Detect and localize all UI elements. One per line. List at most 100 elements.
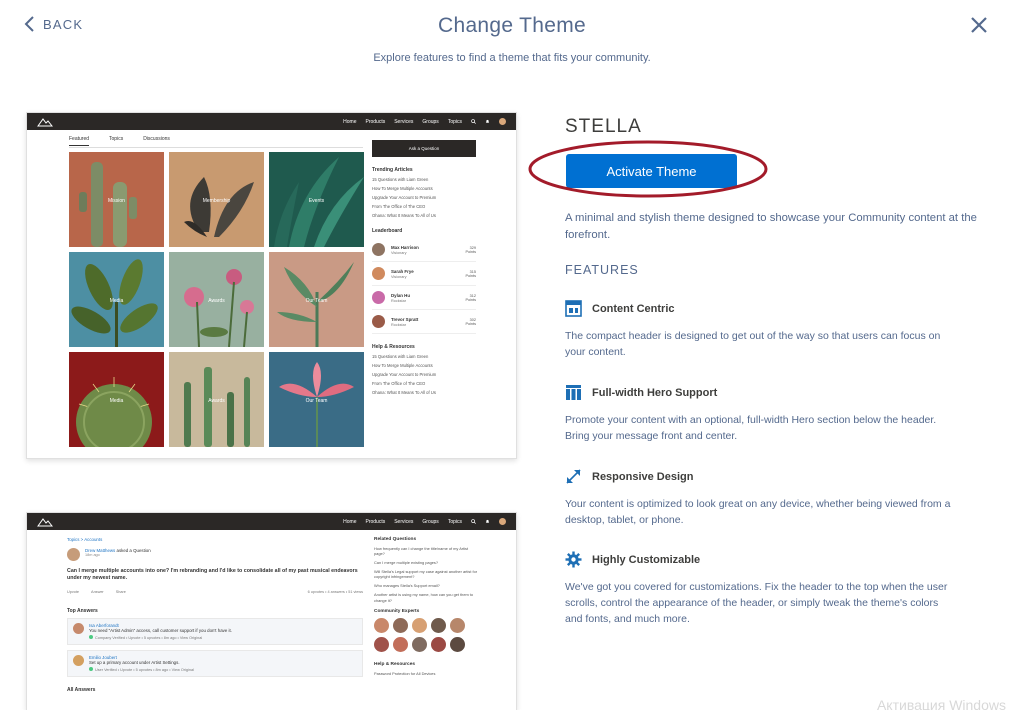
question-text: Can I merge multiple accounts into one? … xyxy=(67,568,358,582)
leader-name: Dylan Hu xyxy=(391,292,411,298)
tile-label: Media xyxy=(109,298,124,304)
avatar xyxy=(450,636,465,652)
avatar xyxy=(431,636,446,652)
breadcrumb: Topics > Accounts xyxy=(67,537,103,542)
answer-card: Isa Aberforandt You need "Artist Admin" … xyxy=(67,618,363,646)
related-title: Related Questions xyxy=(374,537,417,542)
preview-nav-products: Products xyxy=(365,118,386,125)
answer-text: Set up a primary account under Artist Se… xyxy=(89,660,180,666)
theme-name: STELLA xyxy=(565,116,642,137)
preview-nav-topics: Topics xyxy=(447,118,462,125)
asked-label: asked a Question xyxy=(116,548,151,553)
tile-label: Mission xyxy=(108,198,125,204)
avatar xyxy=(67,548,80,561)
theme-description: A minimal and stylish theme designed to … xyxy=(565,212,977,241)
avatar xyxy=(499,118,506,125)
all-answers-title: All Answers xyxy=(67,687,96,694)
theme-preview-question: Home Products Services Groups Topics Top… xyxy=(26,512,517,710)
tile-media: Media xyxy=(69,252,164,347)
points-label: Points xyxy=(465,249,476,254)
preview-sidebar: Ask a Question Trending Articles 15 Ques… xyxy=(372,140,476,399)
list-item: Will Stella's Legal support my case agai… xyxy=(374,569,478,580)
tile-awards: Awards xyxy=(169,252,264,347)
preview-nav-home: Home xyxy=(343,118,357,125)
leaderboard-title: Leaderboard xyxy=(372,228,403,234)
theme-preview-home: Home Products Services Groups Topics Fea… xyxy=(26,112,517,459)
preview-nav-services: Services xyxy=(394,518,414,525)
preview-tab-discussions: Discussions xyxy=(143,136,170,142)
list-item: Upgrade Your Account to Premium xyxy=(372,195,437,200)
search-icon xyxy=(471,119,476,124)
list-item: Another artist is using my name, how can… xyxy=(374,592,474,603)
list-item: Can I merge multiple existing pages? xyxy=(374,560,439,566)
tile-events: Events xyxy=(269,152,364,247)
list-item: From The Office of The CEO xyxy=(372,204,426,209)
help-title: Help & Resources xyxy=(372,344,415,350)
avatar xyxy=(450,617,465,633)
avatar xyxy=(73,655,84,667)
avatar xyxy=(499,518,506,525)
avatar xyxy=(372,243,385,256)
preview-nav-groups: Groups xyxy=(422,118,439,125)
list-item: Ohana: What It Means To All of Us xyxy=(372,390,436,395)
avatar xyxy=(73,623,84,635)
points-label: Points xyxy=(465,321,476,326)
mountain-logo-icon xyxy=(37,517,53,526)
leader-name: Max Harrison xyxy=(391,244,419,250)
answer-meta: Company Verified • Upvote • 5 upvotes • … xyxy=(95,636,203,641)
bell-icon xyxy=(485,519,490,523)
tile-label: Events xyxy=(308,198,325,204)
leaderboard-row: Max Harrison Visionary 329 Points xyxy=(372,238,476,262)
question-stats: 6 upvotes • 4 answers • 51 views xyxy=(307,590,363,595)
feature-body: We've got you covered for customizations… xyxy=(565,581,948,625)
avatar xyxy=(372,291,385,304)
feature-title: Full-width Hero Support xyxy=(592,386,718,399)
activate-theme-button[interactable]: Activate Theme xyxy=(566,154,737,188)
preview-nav-products: Products xyxy=(365,518,386,525)
tile-mission: Mission xyxy=(69,152,164,247)
leaderboard-row: Sarah Frye Visionary 315 Points xyxy=(372,262,476,286)
list-item: 15 Questions with Liam Green xyxy=(372,354,429,359)
feature-customizable: Highly Customizable We've got you covere… xyxy=(565,551,955,627)
preview-nav-topics: Topics xyxy=(447,518,462,525)
tile-label: Awards xyxy=(208,298,225,304)
list-item: How To Merge Multiple Accounts xyxy=(372,363,433,368)
close-icon[interactable] xyxy=(970,16,988,34)
windows-activation-watermark: Активация Windows xyxy=(876,697,1006,710)
leaderboard-row: Dylan Hu Rockstar 312 Points xyxy=(372,286,476,310)
features-title: FEATURES xyxy=(565,263,639,277)
page-subtitle: Explore features to find a theme that fi… xyxy=(373,52,651,64)
tile-media-2: Media xyxy=(69,352,164,447)
gear-icon xyxy=(565,551,582,568)
leader-role: Rockstar xyxy=(391,298,406,303)
list-item: How frequently can I change the title/na… xyxy=(374,546,469,557)
list-item: How To Merge Multiple Accounts xyxy=(372,186,433,191)
mountain-logo-icon xyxy=(37,117,53,126)
answer-meta: User Verified • Upvote • 5 upvotes • 8m … xyxy=(95,668,194,673)
leader-role: Visionary xyxy=(391,274,407,279)
list-item: Who manages Stella's Support email? xyxy=(374,583,440,589)
tile-awards-2: Awards xyxy=(169,352,264,447)
tile-our-team-2: Our Team xyxy=(269,352,364,447)
featured-tile-grid: Mission Membership Events Media Awards O… xyxy=(69,152,364,447)
list-item: 15 Questions with Liam Green xyxy=(372,177,429,182)
list-item: Ohana: What It Means To All of Us xyxy=(372,213,436,218)
answer-action: Answer xyxy=(91,590,104,595)
leader-name: Sarah Frye xyxy=(391,268,414,274)
feature-body: The compact header is designed to get ou… xyxy=(565,330,941,358)
search-icon xyxy=(471,519,476,524)
leaderboard-row: Trevor Spratt Rockstar 302 Points xyxy=(372,310,476,334)
avatar xyxy=(372,315,385,328)
help-title: Help & Resources xyxy=(374,661,416,667)
tile-membership: Membership xyxy=(169,152,264,247)
expand-arrows-icon xyxy=(566,469,581,484)
avatar xyxy=(412,636,427,652)
answer-text: You need "Artist Admin" access, call cus… xyxy=(89,628,232,634)
preview-nav-services: Services xyxy=(394,118,414,125)
avatar xyxy=(412,617,427,633)
upvote-action: Upvote xyxy=(67,590,80,595)
feature-hero-support: Full-width Hero Support Promote your con… xyxy=(565,384,955,445)
page-title: Change Theme xyxy=(438,14,586,37)
feature-body: Promote your content with an optional, f… xyxy=(565,414,937,442)
leader-role: Rockstar xyxy=(391,322,406,327)
